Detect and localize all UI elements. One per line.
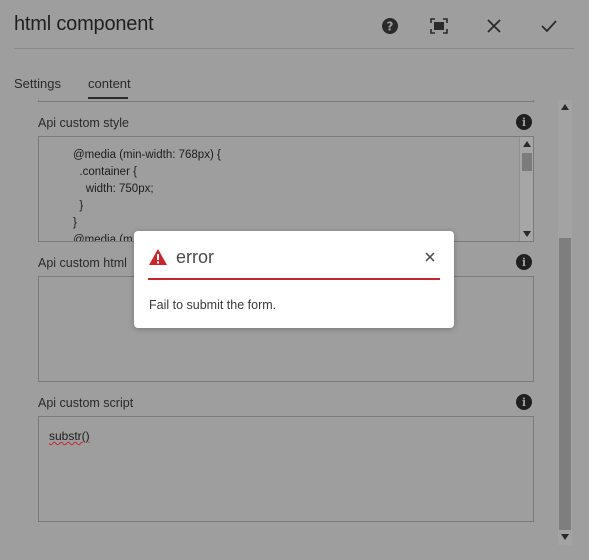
error-message: Fail to submit the form. — [149, 298, 277, 312]
error-dialog-title: error — [176, 247, 215, 267]
close-icon[interactable] — [425, 252, 435, 262]
error-dialog: error Fail to submit the form. — [134, 231, 454, 328]
error-accent-rule — [148, 278, 440, 280]
alert-triangle-icon — [149, 249, 167, 265]
modal-overlay: error Fail to submit the form. — [0, 0, 589, 560]
